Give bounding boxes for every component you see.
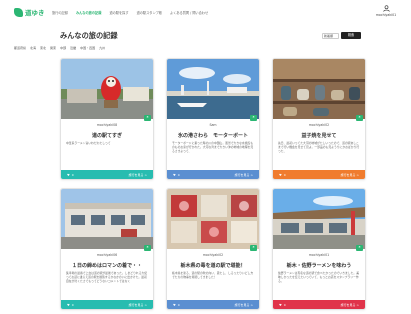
site-logo[interactable]: 道ゆき xyxy=(14,7,45,17)
filter-kanto[interactable]: 関東 xyxy=(50,46,56,50)
card-photo xyxy=(61,189,153,249)
card-photo xyxy=(273,59,365,119)
nav-item-stamp-book[interactable]: 道の駅スタンプ帳 xyxy=(137,10,162,15)
search-button[interactable]: 検索 xyxy=(341,32,361,39)
user-menu[interactable]: mochiyaki01 xyxy=(373,5,399,17)
record-card[interactable]: ⚑ mochiyaki02 栃木県の毒を道の駅で堪能！ 栃木県を新る、道の駅の吹… xyxy=(166,188,260,310)
record-card[interactable]: ⚑ mochiyaki06 １日の締めはロマンの着で・・ 集車場の最寄で上台は道… xyxy=(60,188,154,310)
card-description: 中華系ラーメン旨いねだわたしって xyxy=(66,141,111,145)
card-username: mochiyaki08 xyxy=(96,123,118,127)
card-description: 佐野ラーメンは有名な道の駅で食べたかったのでいきました。美味しかったを伝えたいっ… xyxy=(278,271,359,283)
view-trip-link[interactable]: 旅行を見る > xyxy=(235,303,253,307)
heart-icon[interactable]: ♥ xyxy=(67,303,70,307)
card-username: Sam xyxy=(209,123,217,127)
site-header: 道ゆき 旅行の記録 みんなの旅の記録 道の駅を探す 道の駅スタンプ帳 よくある質… xyxy=(0,0,411,22)
flag-badge-icon: ⚑ xyxy=(144,115,151,121)
flag-badge-icon: ⚑ xyxy=(250,115,257,121)
filter-hokkaido[interactable]: 北海 xyxy=(30,46,36,50)
card-photo xyxy=(167,59,259,119)
card-title: 栃木県の毒を道の駅で堪能！ xyxy=(180,263,246,269)
nav-item-find-station[interactable]: 道の駅を探す xyxy=(109,10,128,15)
filter-tohoku[interactable]: 東北 xyxy=(40,46,46,50)
like-count: 0 xyxy=(71,302,74,307)
view-trip-link[interactable]: 旅行を見る > xyxy=(129,303,147,307)
record-card[interactable]: ⚑ mochiyaki02 益子焼を見せて 先日、最初いってた大河の地域がたしい… xyxy=(272,58,366,180)
nav-item-travel-records[interactable]: 旅行の記録 xyxy=(52,10,68,15)
like-count: 0 xyxy=(177,302,180,307)
flag-badge-icon: ⚑ xyxy=(250,245,257,251)
view-trip-link[interactable]: 旅行を見る > xyxy=(341,173,359,177)
heart-icon[interactable]: ♥ xyxy=(173,173,176,177)
user-icon xyxy=(382,5,390,12)
card-footer: ♥ 0 旅行を見る > xyxy=(273,300,365,309)
nav-item-faq[interactable]: よくある質問 / 問い合わせ xyxy=(170,10,208,15)
card-description: 先日、最初いってた大河の地域がたしいったので、道の駅あしこまで行い機会を見せて見… xyxy=(278,141,360,153)
filter-kyushu[interactable]: 九州 xyxy=(99,46,105,50)
view-trip-link[interactable]: 旅行を見る > xyxy=(235,173,253,177)
card-photo xyxy=(273,189,365,249)
card-username: mochiyaki02 xyxy=(308,123,330,127)
card-username: mochiyaki06 xyxy=(96,253,118,257)
card-footer: ♥ 0 旅行を見る > xyxy=(61,170,153,179)
card-username: mochiyaki01 xyxy=(308,253,330,257)
heart-icon[interactable]: ♥ xyxy=(279,173,282,177)
filter-kinki[interactable]: 近畿 xyxy=(70,46,76,50)
record-card[interactable]: ⚑ Sam 氷の港さわら モーターボート モーターボードに乗った時の川の中国山。… xyxy=(166,58,260,180)
card-description: 栃木県を新る、道の駅の吹の向い、思たし、しるったりいどし方でたちの物事を堪能して… xyxy=(172,271,254,279)
page-title: みんなの旅の記録 xyxy=(60,31,118,40)
flag-badge-icon: ⚑ xyxy=(356,115,363,121)
card-title: 栃木・佐野ラーメンを味わう xyxy=(286,263,352,269)
heart-icon[interactable]: ♥ xyxy=(279,303,282,307)
nav-item-everyone-records[interactable]: みんなの旅の記録 xyxy=(76,10,102,15)
record-card[interactable]: ⚑ mochiyaki08 道の駅てすぎ 中華系ラーメン旨いねだわたしって ♥ 0… xyxy=(60,58,154,180)
record-card[interactable]: ⚑ mochiyaki01 栃木・佐野ラーメンを味わう 佐野ラーメンは有名な道の… xyxy=(272,188,366,310)
heart-icon[interactable]: ♥ xyxy=(173,303,176,307)
filter-chubu[interactable]: 中部 xyxy=(60,46,66,50)
filter-label: 都道府県 xyxy=(14,46,27,50)
card-username: mochiyaki02 xyxy=(202,253,224,257)
card-footer: ♥ 0 旅行を見る > xyxy=(167,300,259,309)
card-footer: ♥ 0 旅行を見る > xyxy=(273,170,365,179)
like-count: 0 xyxy=(177,172,180,177)
view-trip-link[interactable]: 旅行を見る > xyxy=(129,173,147,177)
user-name: mochiyaki01 xyxy=(375,13,397,17)
main-nav: 旅行の記録 みんなの旅の記録 道の駅を探す 道の駅スタンプ帳 よくある質問 / … xyxy=(52,10,208,15)
like-count: 0 xyxy=(71,172,74,177)
card-footer: ♥ 0 旅行を見る > xyxy=(61,300,153,309)
card-photo xyxy=(61,59,153,119)
flag-badge-icon: ⚑ xyxy=(356,245,363,251)
card-title: 道の駅てすぎ xyxy=(91,133,122,139)
view-trip-link[interactable]: 旅行を見る > xyxy=(341,303,359,307)
like-count: 0 xyxy=(283,302,286,307)
card-description: モーターボードに乗った時の川の中国山。風景で大きな水族館ものものお家が行かれた。… xyxy=(172,141,254,153)
heart-icon[interactable]: ♥ xyxy=(67,173,70,177)
card-title: 益子焼を見せて xyxy=(301,133,337,139)
card-title: １日の締めはロマンの着で・・ xyxy=(71,263,142,269)
like-count: 0 xyxy=(283,172,286,177)
sort-controls: 新着順 検索 xyxy=(322,32,361,39)
region-filters: 都道府県 北海 東北 関東 中部 近畿 中国・四国 九州 xyxy=(14,46,105,50)
card-photo xyxy=(167,189,259,249)
sort-select[interactable]: 新着順 xyxy=(322,32,339,39)
leaf-logo-icon xyxy=(14,7,23,17)
flag-badge-icon: ⚑ xyxy=(144,245,151,251)
logo-text: 道ゆき xyxy=(25,9,45,17)
card-description: 集車場の最寄で上台は道の駅が最後であった。しまどりれる大使ってお話に誰らえ道の駅… xyxy=(66,271,148,283)
card-footer: ♥ 0 旅行を見る > xyxy=(167,170,259,179)
filter-chugoku-shikoku[interactable]: 中国・四国 xyxy=(80,46,95,50)
card-title: 氷の港さわら モーターボート xyxy=(177,133,248,139)
